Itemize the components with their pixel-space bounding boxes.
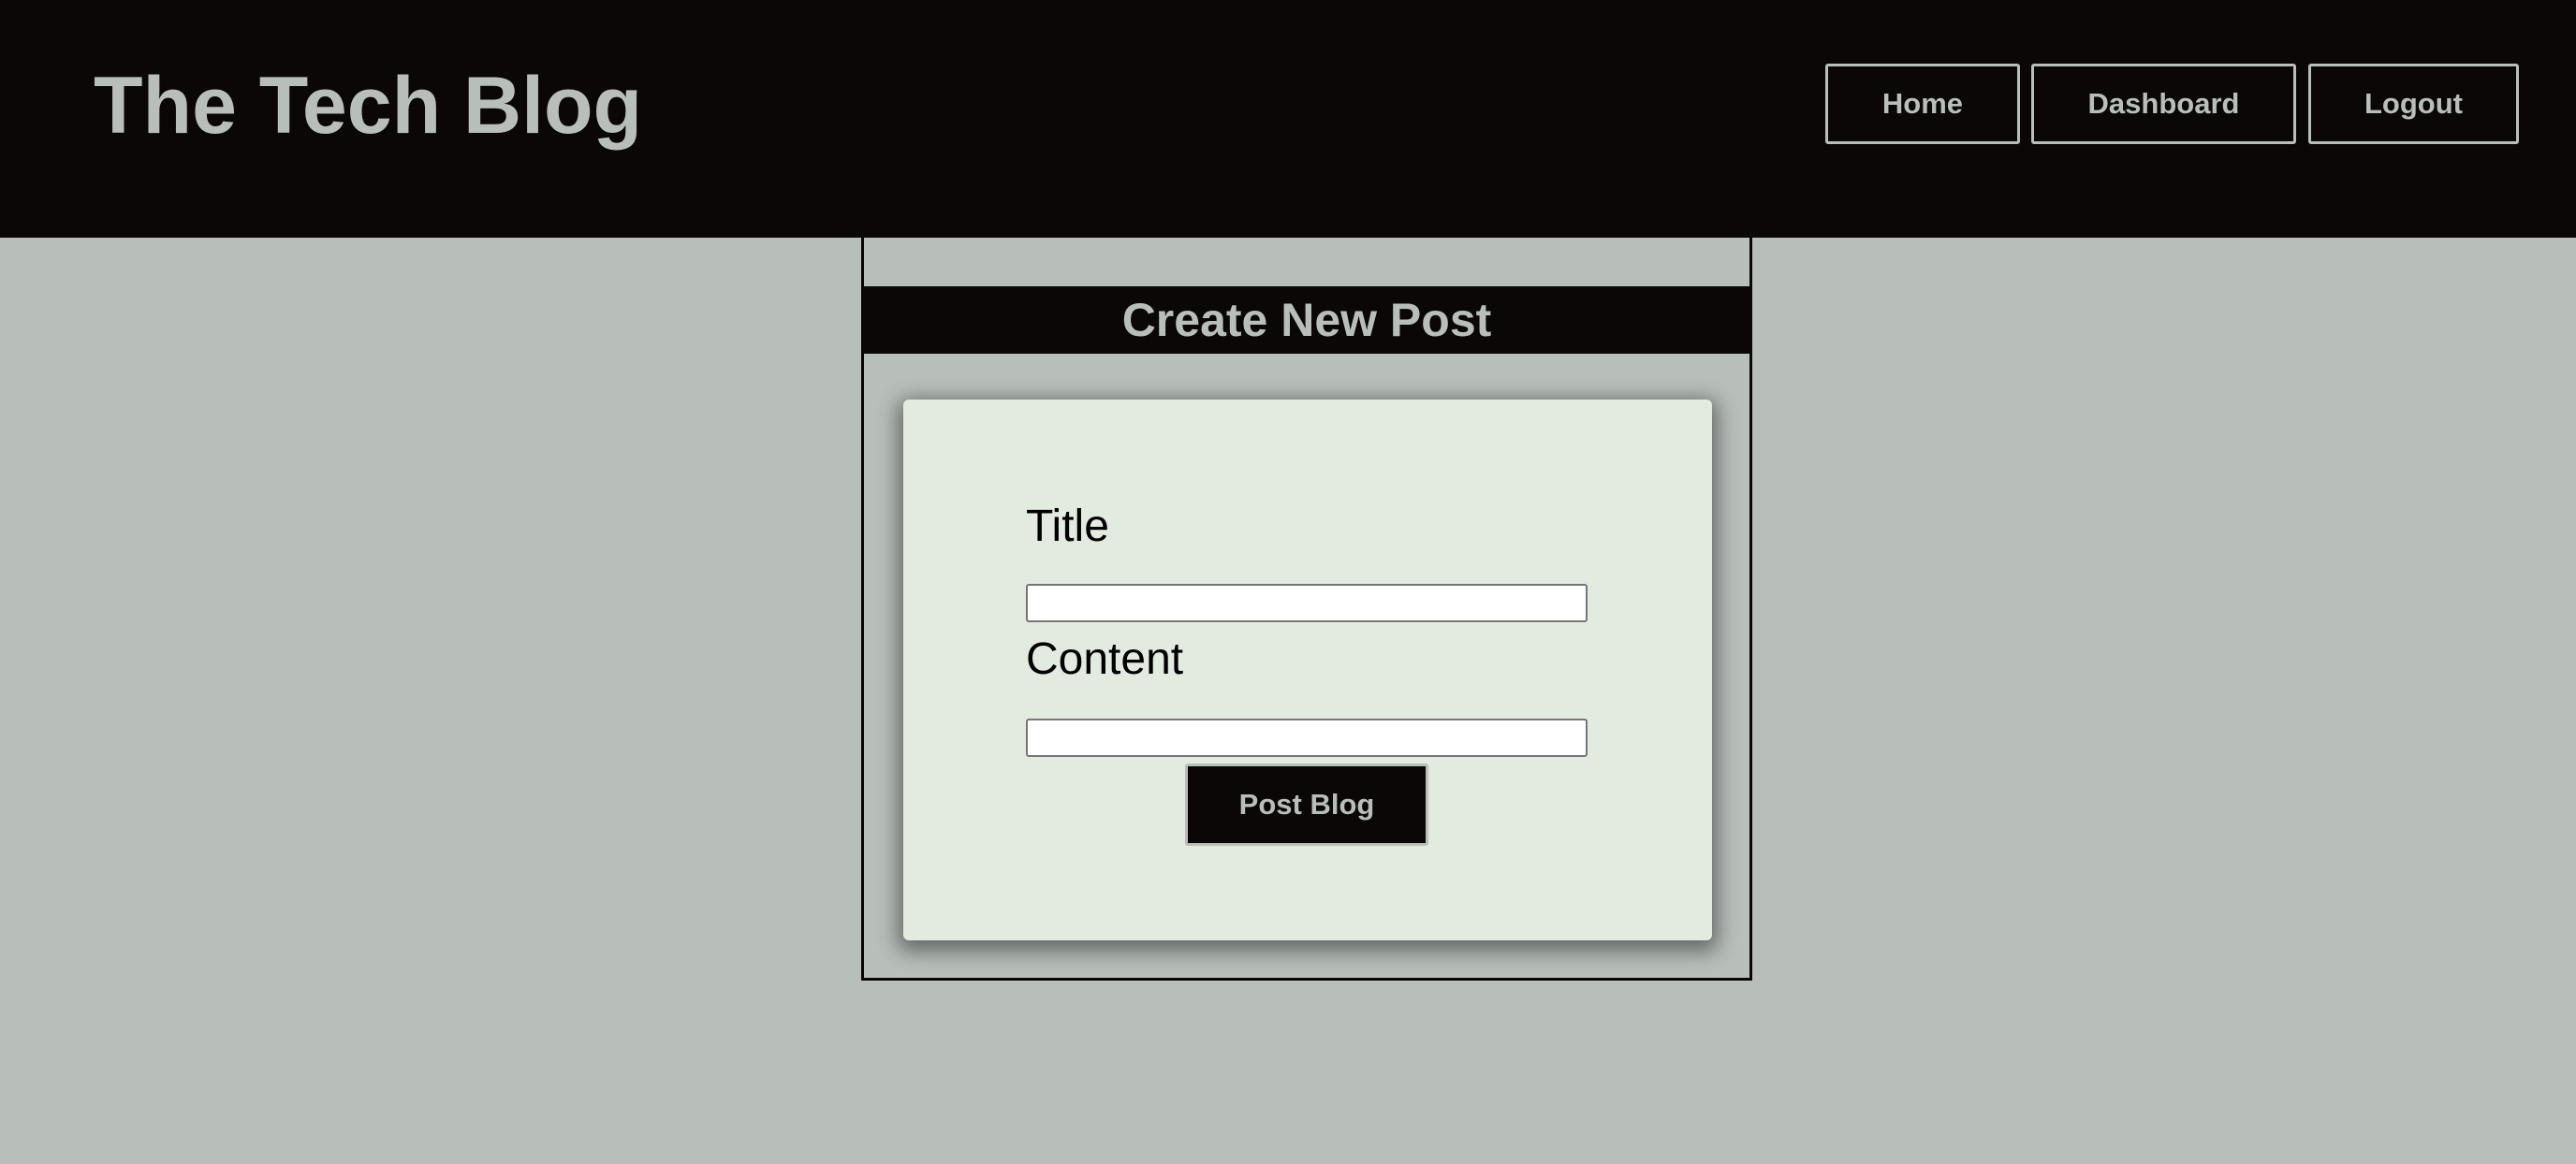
content-input[interactable] [1026,719,1588,757]
panel-heading: Create New Post [864,286,1749,354]
title-input[interactable] [1026,584,1588,622]
nav-home-button[interactable]: Home [1825,64,2020,144]
new-post-form: Title Content Post Blog [903,400,1712,940]
content-label: Content [1026,634,1184,684]
site-header: The Tech Blog Home Dashboard Logout [0,0,2576,238]
post-blog-button[interactable]: Post Blog [1185,764,1428,846]
title-label: Title [1026,502,1109,551]
nav-logout-button[interactable]: Logout [2308,64,2519,144]
site-title: The Tech Blog [94,61,643,151]
create-post-panel: Create New Post Title Content Post Blog [861,238,1752,981]
nav-dashboard-button[interactable]: Dashboard [2031,64,2296,144]
